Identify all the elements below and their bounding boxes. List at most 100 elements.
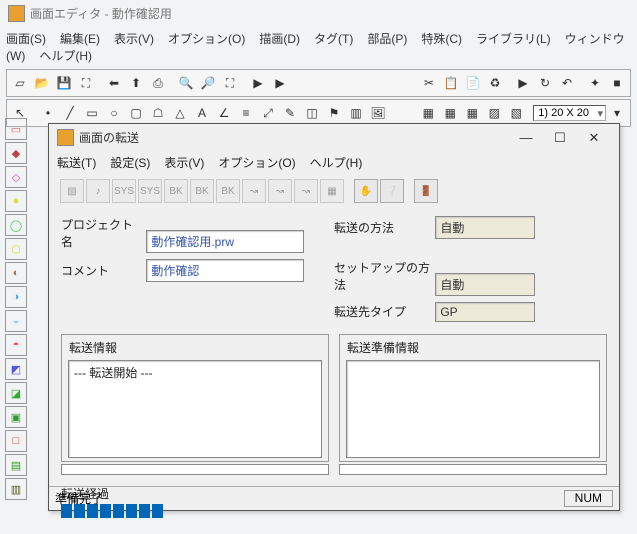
menu-tag[interactable]: タグ(T) xyxy=(314,32,353,46)
img-icon[interactable]: 🖼 xyxy=(368,103,388,123)
palette-item[interactable]: ▥ xyxy=(5,478,27,500)
help-icon[interactable]: ❔ xyxy=(380,179,404,203)
menu-edit[interactable]: 編集(E) xyxy=(60,32,100,46)
mtb-1: ▧ xyxy=(60,179,84,203)
mtb-5: BK xyxy=(164,179,188,203)
size-combo[interactable]: 1) 20 X 20 xyxy=(533,105,606,121)
menu-parts[interactable]: 部品(P) xyxy=(367,32,407,46)
zoom-step-icon[interactable]: ▾ xyxy=(607,103,627,123)
minimize-button[interactable]: — xyxy=(509,130,543,145)
palette-item[interactable]: ▣ xyxy=(5,406,27,428)
ref1-icon[interactable]: ↻ xyxy=(535,73,555,93)
cut-icon[interactable]: ✂ xyxy=(419,73,439,93)
menu-option[interactable]: オプション(O) xyxy=(168,32,245,46)
zoomin-icon[interactable]: 🔍 xyxy=(176,73,196,93)
play1-icon[interactable]: ▶ xyxy=(248,73,268,93)
palette-item[interactable]: ⬡ xyxy=(5,238,27,260)
menu-draw[interactable]: 描画(D) xyxy=(259,32,300,46)
grid-c-icon[interactable]: ▦ xyxy=(462,103,482,123)
dmenu-option[interactable]: オプション(O) xyxy=(218,156,295,170)
new-icon[interactable]: ▱ xyxy=(10,73,30,93)
app-title: 画面エディタ - 動作確認用 xyxy=(30,5,172,22)
transfer-info-log: --- 転送開始 --- xyxy=(68,360,322,458)
player-icon[interactable]: ▶ xyxy=(513,73,533,93)
menu-view[interactable]: 表示(V) xyxy=(114,32,154,46)
stop-icon[interactable]: ■ xyxy=(607,73,627,93)
grid-e-icon[interactable]: ▧ xyxy=(506,103,526,123)
sel-icon[interactable]: ◫ xyxy=(302,103,322,123)
palette-item[interactable]: ◩ xyxy=(5,358,27,380)
ref2-icon[interactable]: ↶ xyxy=(557,73,577,93)
num-indicator: NUM xyxy=(564,490,613,507)
palette-item[interactable]: ▭ xyxy=(5,118,27,140)
open-icon[interactable]: 📂 xyxy=(32,73,52,93)
save-icon[interactable]: 💾 xyxy=(54,73,74,93)
scale-icon[interactable]: ⤢ xyxy=(258,103,278,123)
dmenu-view[interactable]: 表示(V) xyxy=(164,156,204,170)
play2-icon[interactable]: ▶ xyxy=(270,73,290,93)
side-palette: ▭◆◇●◯⬡◐◑◒◓◩◪▣□▤▥ xyxy=(5,118,27,502)
mtb-9: ↝ xyxy=(268,179,292,203)
palette-item[interactable]: ◐ xyxy=(5,262,27,284)
dialog-menubar: 転送(T) 設定(S) 表示(V) オプション(O) ヘルプ(H) xyxy=(49,151,619,174)
dot-icon[interactable]: • xyxy=(38,103,58,123)
exit-icon[interactable]: 🚪 xyxy=(414,179,438,203)
poly-icon[interactable]: ☖ xyxy=(148,103,168,123)
sync-icon[interactable]: ♻ xyxy=(485,73,505,93)
project-field: 動作確認用.prw xyxy=(146,230,304,253)
palette-item[interactable]: ◆ xyxy=(5,142,27,164)
copy-icon[interactable]: 📋 xyxy=(441,73,461,93)
palette-item[interactable]: ◪ xyxy=(5,382,27,404)
transfer-info-box: 転送情報 --- 転送開始 --- xyxy=(61,334,329,462)
toolbar-1: ▱📂💾⛶⬅⬆⎙🔍🔎⛶▶▶✂📋📄♻▶↻↶✦■ xyxy=(6,69,631,97)
print-icon[interactable]: ⎙ xyxy=(148,73,168,93)
palette-item[interactable]: ◇ xyxy=(5,166,27,188)
hand-icon[interactable]: ✋ xyxy=(354,179,378,203)
menu-help[interactable]: ヘルプ(H) xyxy=(39,49,92,63)
fit-icon[interactable]: ⛶ xyxy=(76,73,96,93)
line-icon[interactable]: ╱ xyxy=(60,103,80,123)
menu-screen[interactable]: 画面(S) xyxy=(6,32,46,46)
angle-icon[interactable]: ∠ xyxy=(214,103,234,123)
maximize-button[interactable]: ☐ xyxy=(543,130,577,146)
grid-a-icon[interactable]: ▦ xyxy=(418,103,438,123)
mtb-10: ↝ xyxy=(294,179,318,203)
dialog-title: 画面の転送 xyxy=(79,129,139,146)
circ-icon[interactable]: ○ xyxy=(104,103,124,123)
dmenu-transfer[interactable]: 転送(T) xyxy=(57,156,96,170)
menu-special[interactable]: 特殊(C) xyxy=(421,32,462,46)
star-icon[interactable]: ✦ xyxy=(585,73,605,93)
rrect-icon[interactable]: ▢ xyxy=(126,103,146,123)
mtb-11: ▦ xyxy=(320,179,344,203)
grid-d-icon[interactable]: ▨ xyxy=(484,103,504,123)
close-button[interactable]: ✕ xyxy=(577,130,611,146)
palette-item[interactable]: ● xyxy=(5,190,27,212)
palette-item[interactable]: □ xyxy=(5,430,27,452)
setup-label: セットアップの方法 xyxy=(334,259,432,293)
pic-icon[interactable]: ▥ xyxy=(346,103,366,123)
palette-item[interactable]: ◑ xyxy=(5,286,27,308)
tri-icon[interactable]: △ xyxy=(170,103,190,123)
fill-icon[interactable]: ≡ xyxy=(236,103,256,123)
paste-icon[interactable]: 📄 xyxy=(463,73,483,93)
palette-item[interactable]: ◯ xyxy=(5,214,27,236)
mtb-2: ♪ xyxy=(86,179,110,203)
dmenu-settings[interactable]: 設定(S) xyxy=(110,156,150,170)
transfer-info-progress xyxy=(61,464,329,475)
palette-item[interactable]: ▤ xyxy=(5,454,27,476)
menu-library[interactable]: ライブラリ(L) xyxy=(476,32,551,46)
zoomout-icon[interactable]: 🔎 xyxy=(198,73,218,93)
transfer-dialog: 画面の転送 —☐✕ 転送(T)設定(S)表示(V)オプション(O)ヘルプ(H) … xyxy=(48,123,620,511)
text-icon[interactable]: A xyxy=(192,103,212,123)
grid-b-icon[interactable]: ▦ xyxy=(440,103,460,123)
flag-icon[interactable]: ⚑ xyxy=(324,103,344,123)
palette-item[interactable]: ◓ xyxy=(5,334,27,356)
dmenu-help[interactable]: ヘルプ(H) xyxy=(310,156,363,170)
rect-icon[interactable]: ▭ xyxy=(82,103,102,123)
comment-label: コメント xyxy=(61,262,143,279)
palette-item[interactable]: ◒ xyxy=(5,310,27,332)
undo2-icon[interactable]: ⬆ xyxy=(126,73,146,93)
zoomrect-icon[interactable]: ⛶ xyxy=(220,73,240,93)
pen-icon[interactable]: ✎ xyxy=(280,103,300,123)
undo1-icon[interactable]: ⬅ xyxy=(104,73,124,93)
